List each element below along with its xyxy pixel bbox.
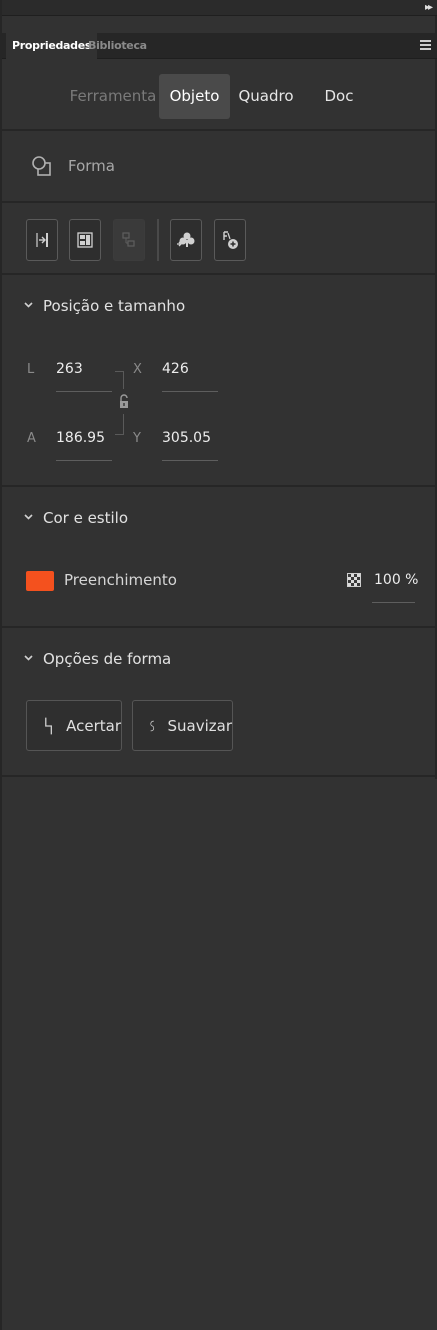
- width-underline: [56, 391, 112, 392]
- position-size-header[interactable]: Posição e tamanho: [24, 297, 185, 315]
- shape-options-section: Opções de forma Acertar Suavizar: [2, 630, 437, 777]
- shape-icon: [32, 156, 51, 176]
- object-type-row: Forma: [2, 133, 437, 203]
- position-size-title: Posição e tamanho: [43, 297, 186, 315]
- x-underline: [162, 391, 218, 392]
- convert-symbol-icon: [177, 232, 195, 247]
- panel-menu-icon[interactable]: [420, 40, 431, 50]
- add-motion-button[interactable]: [214, 219, 246, 261]
- subtab-doc[interactable]: Doc: [302, 74, 376, 119]
- color-style-header[interactable]: Cor e estilo: [24, 509, 128, 527]
- toolbar-separator: [157, 219, 159, 261]
- x-field[interactable]: 426: [162, 361, 189, 377]
- chevron-down-icon: [24, 302, 33, 308]
- chevron-down-icon: [24, 514, 33, 520]
- smooth-button[interactable]: Suavizar: [132, 700, 233, 751]
- smooth-label: Suavizar: [167, 716, 233, 735]
- group-button[interactable]: [113, 219, 145, 261]
- panel-top-strip: ▸▸: [2, 0, 437, 16]
- tab-library[interactable]: Biblioteca: [82, 33, 153, 59]
- convert-symbol-button[interactable]: [170, 219, 202, 261]
- panel-tab-bar: Propriedades Biblioteca: [2, 33, 437, 59]
- object-type-label: Forma: [68, 157, 115, 175]
- straighten-label: Acertar: [66, 716, 121, 735]
- opacity-field[interactable]: 100 %: [374, 572, 418, 588]
- collapse-panel-icon[interactable]: ▸▸: [425, 2, 433, 13]
- align-right-icon: [36, 233, 48, 247]
- height-underline: [56, 460, 112, 461]
- shape-options-title: Opções de forma: [43, 650, 172, 668]
- lock-link-top-v: [123, 371, 124, 389]
- subtab-frame[interactable]: Quadro: [234, 74, 298, 119]
- y-letter: Y: [133, 431, 141, 446]
- lock-link-bottom: [115, 434, 124, 435]
- lock-link-bottom-v: [123, 414, 124, 434]
- y-underline: [162, 460, 218, 461]
- chevron-down-icon: [24, 655, 33, 661]
- shape-options-header[interactable]: Opções de forma: [24, 650, 171, 668]
- opacity-underline: [372, 602, 415, 603]
- properties-panel: ▸▸ Propriedades Biblioteca Ferramenta Ob…: [0, 0, 437, 1330]
- object-toolbar: [2, 205, 437, 275]
- distribute-button[interactable]: [69, 219, 101, 261]
- panel-empty-area: [2, 779, 437, 1330]
- smooth-icon: [150, 720, 155, 731]
- position-size-section: Posição e tamanho L 263 X 426 A 186.95 Y…: [2, 277, 437, 487]
- distribute-icon: [77, 232, 93, 248]
- y-field[interactable]: 305.05: [162, 430, 211, 446]
- fill-color-swatch[interactable]: [26, 571, 54, 591]
- align-right-button[interactable]: [26, 219, 58, 261]
- add-motion-icon: [223, 231, 238, 249]
- color-style-section: Cor e estilo Preenchimento 100 %: [2, 489, 437, 628]
- fill-label: Preenchimento: [64, 571, 177, 589]
- x-letter: X: [133, 362, 142, 377]
- group-icon: [122, 232, 135, 247]
- subtab-object[interactable]: Objeto: [159, 74, 230, 119]
- width-field[interactable]: 263: [56, 361, 83, 377]
- height-field[interactable]: 186.95: [56, 430, 105, 446]
- transparency-checker-icon: [347, 573, 361, 587]
- width-letter: L: [27, 362, 35, 377]
- color-style-title: Cor e estilo: [43, 509, 129, 527]
- straighten-button[interactable]: Acertar: [26, 700, 122, 751]
- height-letter: A: [27, 431, 36, 446]
- property-subtabs: Ferramenta Objeto Quadro Doc: [2, 59, 437, 131]
- unlock-icon[interactable]: [118, 394, 130, 410]
- subtab-tool[interactable]: Ferramenta: [68, 74, 158, 119]
- straighten-icon: [45, 717, 52, 734]
